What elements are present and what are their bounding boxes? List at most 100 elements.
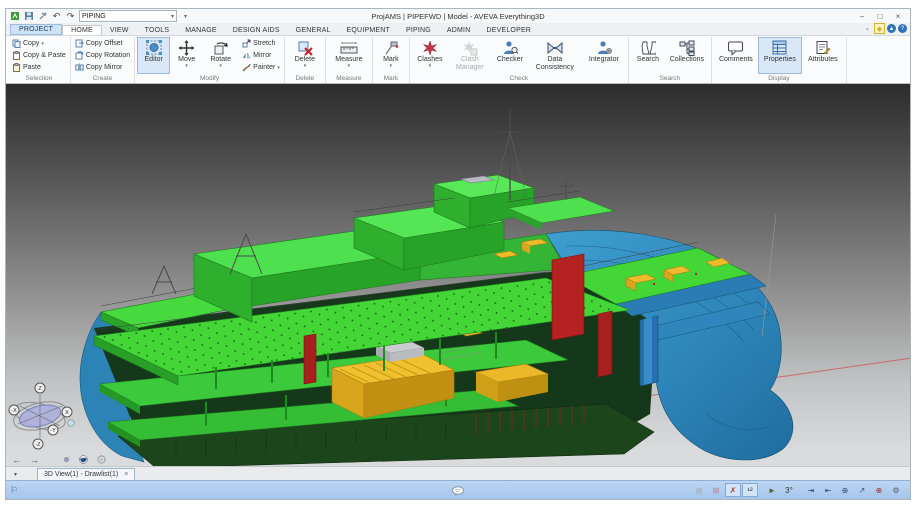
help-icon[interactable]: ? [898, 24, 907, 33]
status-angle-snap-toggle[interactable]: 3° [781, 483, 797, 497]
integrator-button[interactable]: Integrator [582, 37, 626, 74]
discipline-combobox[interactable]: PIPING ▾ [79, 10, 177, 22]
attributes-icon [816, 40, 831, 55]
status-move-out-tool[interactable]: ⇤ [820, 483, 836, 497]
redo-button[interactable]: ↷ [65, 11, 76, 22]
ship-model-3d-view [79, 110, 910, 466]
status-move-in-tool[interactable]: ⇥ [803, 483, 819, 497]
doc-tab-list-dropdown[interactable]: ▾ [6, 471, 23, 480]
compass-zneg-label: -Z [35, 442, 41, 448]
tab-general[interactable]: GENERAL [288, 26, 339, 35]
mark-button[interactable]: Mark ▾ [375, 37, 407, 74]
measure-button[interactable]: Measure ▾ [328, 37, 370, 74]
collapse-ribbon-icon[interactable]: ▲ [887, 24, 896, 33]
status-lock-toggle[interactable]: ⊠ [708, 483, 724, 497]
copy-and-paste-button[interactable]: Copy & Paste [10, 50, 68, 61]
clashes-button[interactable]: Clashes ▾ [412, 37, 448, 74]
session-button[interactable] [37, 11, 48, 22]
tab-view[interactable]: VIEW [102, 26, 137, 35]
painter-button[interactable]: Painter ▾ [240, 62, 282, 73]
tab-admin[interactable]: ADMIN [439, 26, 479, 35]
status-snap-off-toggle[interactable]: ✗ [725, 483, 741, 497]
collections-button[interactable]: Collections [665, 37, 709, 74]
qat-customize-button[interactable]: ▾ [180, 11, 191, 22]
group-label-display: Display [768, 75, 790, 82]
view-compass-gizmo[interactable]: Z -Z X -X -Y [8, 374, 78, 454]
tab-home[interactable]: HOME [62, 25, 102, 35]
status-grid-toggle[interactable]: ▦ [691, 483, 707, 497]
nav-back-button[interactable]: ← [12, 455, 21, 465]
search-button[interactable]: Search [631, 37, 665, 74]
delete-button[interactable]: Delete ▾ [287, 37, 323, 74]
ghost-circle-icon[interactable] [97, 455, 106, 464]
close-button[interactable]: × [890, 11, 906, 22]
doc-tab-close-icon[interactable]: × [124, 471, 128, 478]
clash-manager-icon [463, 40, 478, 55]
copy-mirror-icon [75, 63, 84, 72]
ribbon-group-display: Comments Properties Attributes Display [712, 37, 847, 83]
mirror-button[interactable]: Mirror [240, 50, 282, 61]
doc-tab-3d-view[interactable]: 3D View(1) - Drawlist(1) × [37, 468, 136, 480]
editor-button[interactable]: Editor [137, 37, 171, 74]
copy-offset-button[interactable]: Copy Offset [73, 38, 132, 49]
copy-rotation-button[interactable]: Copy Rotation [73, 50, 132, 61]
status-target-tool[interactable]: ⊕ [871, 483, 887, 497]
globe-view-icon[interactable] [79, 455, 88, 464]
move-icon [178, 39, 195, 56]
status-rotate-step-tool[interactable]: ↗ [854, 483, 870, 497]
ribbon-group-search: Search Collections Search [629, 37, 712, 83]
restore-button[interactable]: □ [872, 11, 888, 22]
plug-icon [39, 12, 46, 20]
undo-button[interactable]: ↶ [51, 11, 62, 22]
tab-project[interactable]: PROJECT [10, 24, 63, 35]
status-flag-icon[interactable]: ⚐ [6, 485, 18, 496]
pin-icon[interactable]: ∘ [863, 24, 872, 33]
checker-icon [503, 40, 518, 54]
tab-tools[interactable]: TOOLS [137, 26, 178, 35]
perspective-dot-icon[interactable] [63, 456, 70, 463]
nav-forward-button[interactable]: → [30, 455, 39, 465]
tab-equipment[interactable]: EQUIPMENT [339, 26, 398, 35]
group-label-check: Check [509, 75, 529, 82]
copy-icon [12, 39, 21, 48]
minimize-button[interactable]: – [854, 11, 870, 22]
clash-manager-button: Clash Manager [448, 37, 492, 74]
group-label-modify: Modify [199, 75, 220, 82]
3d-viewport[interactable]: Z -Z X -X -Y ← → [6, 84, 910, 466]
copy-mirror-button[interactable]: Copy Mirror [73, 62, 132, 73]
status-tool-icons: ▦ ⊠ ✗ ¹² ► 3° ⇥ ⇤ ⊕ ↗ ⊕ ⚙ [691, 483, 910, 497]
move-button[interactable]: Move ▾ [170, 37, 203, 74]
status-cursor-snap-toggle[interactable]: ► [764, 483, 780, 497]
copy-button[interactable]: Copy ▾ [10, 38, 68, 49]
attributes-button[interactable]: Attributes [802, 37, 844, 74]
data-consistency-button[interactable]: Data Consistency [528, 37, 582, 74]
group-label-create: Create [92, 75, 113, 82]
tab-design-aids[interactable]: DESIGN AIDS [225, 26, 288, 35]
status-message-bubble-icon[interactable] [452, 484, 465, 502]
tab-manage[interactable]: MANAGE [177, 26, 225, 35]
rotate-button[interactable]: Rotate ▾ [203, 37, 238, 74]
stretch-button[interactable]: Stretch [240, 38, 282, 49]
delete-icon [298, 41, 313, 56]
save-button[interactable] [23, 11, 34, 22]
checker-button[interactable]: Checker [492, 37, 528, 74]
paste-button[interactable]: Paste [10, 62, 68, 73]
app-icon[interactable] [9, 11, 20, 22]
tab-developer[interactable]: DEVELOPER [478, 26, 539, 35]
compass-x-label: X [65, 410, 69, 416]
comments-button[interactable]: Comments [714, 37, 758, 74]
tab-piping[interactable]: PIPING [398, 26, 439, 35]
power-compass-icon[interactable]: ◆ [874, 23, 885, 34]
status-snap-ref-toggle[interactable]: ¹² [742, 483, 758, 497]
mark-icon [385, 41, 399, 54]
tab-row-tools: ∘ ◆ ▲ ? [863, 23, 907, 34]
doc-tab-label: 3D View(1) - Drawlist(1) [44, 471, 119, 478]
clashes-icon [423, 39, 437, 56]
status-settings-tool[interactable]: ⚙ [888, 483, 904, 497]
ribbon-group-create: Copy Offset Copy Rotation Copy Mirror Cr… [71, 37, 136, 83]
group-label-selection: Selection [25, 75, 53, 82]
properties-button[interactable]: Properties [757, 37, 802, 74]
ribbon-group-measure: Measure ▾ Measure [326, 37, 373, 83]
properties-icon [772, 40, 787, 55]
status-origin-tool[interactable]: ⊕ [837, 483, 853, 497]
